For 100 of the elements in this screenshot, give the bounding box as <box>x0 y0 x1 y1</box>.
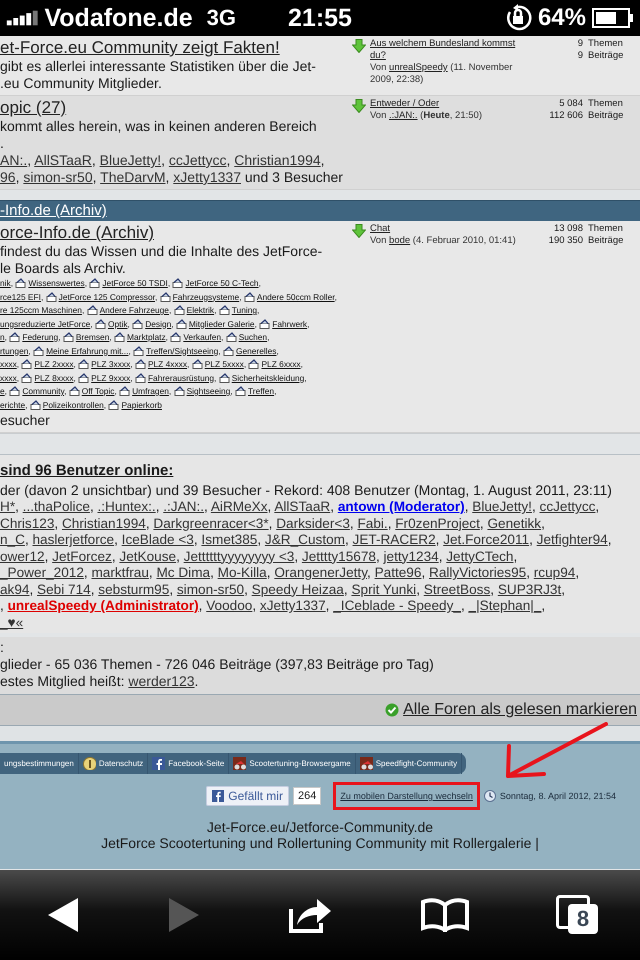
subforum-link[interactable]: Sicherheitskleidung <box>232 372 304 382</box>
subforum-link[interactable]: Andere Fahrzeuge <box>100 305 169 315</box>
subforum-link[interactable]: Meine Erfahrung mit... <box>46 346 128 356</box>
subforum-link[interactable]: JetForce 125 Compressor <box>58 292 155 302</box>
footer-nav-link[interactable]: Datenschutz <box>98 759 144 768</box>
subforum-link[interactable]: Optik <box>108 318 128 328</box>
subforum-link[interactable]: ungsreduzierte JetForce <box>0 318 90 328</box>
user-link[interactable]: simon-sr50 <box>23 169 93 185</box>
user-link[interactable]: Mo-Killa <box>218 565 267 580</box>
subforum-link[interactable]: Verkaufen <box>183 332 222 342</box>
user-link[interactable]: IceBlade <3 <box>122 532 194 547</box>
footer-nav-link[interactable]: Facebook-Seite <box>168 759 224 768</box>
subforum-link[interactable]: re 125ccm Maschinen <box>0 305 82 315</box>
subforum-link[interactable]: Suchen <box>238 332 268 342</box>
user-link[interactable]: Jettttttyyyyyyyy <3 <box>184 548 294 564</box>
user-link[interactable]: Sebi 714 <box>37 582 91 596</box>
user-link[interactable]: AllSTaaR <box>274 499 330 514</box>
user-link[interactable]: Chris123 <box>0 516 54 530</box>
user-link[interactable]: Sprit Yunki <box>351 582 416 596</box>
user-link[interactable]: jetty1234 <box>384 548 439 564</box>
forum-title-link[interactable]: et-Force.eu Community zeigt Fakten! <box>0 38 280 58</box>
user-link[interactable]: TheDarvM <box>100 169 166 185</box>
subforum-link[interactable]: Mitglieder Galerie <box>188 318 255 328</box>
subforum-link[interactable]: Bremsen <box>76 332 110 342</box>
user-link[interactable]: ccJettycc <box>168 152 226 168</box>
user-link[interactable]: BlueJetty! <box>100 152 162 168</box>
user-link[interactable]: Fr0zenProject <box>395 516 480 530</box>
subforum-link[interactable]: Umfragen <box>132 386 169 396</box>
user-link[interactable]: rcup94 <box>534 565 576 580</box>
mobile-view-link[interactable]: Zu mobilen Darstellung wechseln <box>340 791 473 801</box>
user-link[interactable]: antown (Moderator) <box>338 499 465 514</box>
like-button[interactable]: Gefällt mir <box>206 786 289 806</box>
user-link[interactable]: n_C <box>0 532 25 547</box>
user-link[interactable]: AllSTaaR <box>34 152 92 168</box>
subforum-link[interactable]: xxxx <box>0 372 17 382</box>
user-link[interactable]: .:JAN:. <box>163 499 204 514</box>
subforum-link[interactable]: Tuning <box>232 305 258 315</box>
user-link[interactable]: Darkgreenracer<3* <box>153 516 269 530</box>
user-link[interactable]: Ismet385 <box>201 532 258 547</box>
forum-title-link[interactable]: opic (27) <box>0 98 66 118</box>
footer-nav-link[interactable]: Speedfight-Community <box>376 759 458 768</box>
user-link[interactable]: ower12 <box>0 548 45 564</box>
user-link[interactable]: ak94 <box>0 582 30 596</box>
subforum-link[interactable]: PLZ 3xxxx <box>91 359 130 369</box>
last-post-link[interactable]: Entweder / Oder <box>370 98 440 110</box>
subforum-link[interactable]: JetForce 50 C-Tech <box>185 278 259 288</box>
user-link[interactable]: Speedy Heizaa <box>252 582 344 596</box>
subforum-link[interactable]: erichte <box>0 400 26 410</box>
forward-icon[interactable] <box>168 897 200 933</box>
user-link[interactable]: .:Huntex:. <box>98 499 156 514</box>
user-link[interactable]: Genetikk <box>487 516 542 530</box>
user-link[interactable]: Patte96 <box>374 565 422 580</box>
category-title-link[interactable]: -Info.de (Archiv) <box>0 202 107 219</box>
user-link[interactable]: Christian1994 <box>62 516 146 530</box>
author-link[interactable]: unrealSpeedy <box>389 62 448 73</box>
user-link[interactable]: JetKouse <box>119 548 176 564</box>
user-link[interactable]: AN:. <box>0 152 28 168</box>
subforum-link[interactable]: Marktplatz <box>127 332 166 342</box>
user-link[interactable]: Voodoo <box>206 598 252 613</box>
subforum-link[interactable]: PLZ 5xxxx <box>204 359 244 369</box>
subforum-link[interactable]: Treffen <box>248 386 274 396</box>
subforum-link[interactable]: rtungen <box>0 346 28 356</box>
user-link[interactable]: ...thaPolice <box>22 499 90 514</box>
user-link[interactable]: 96 <box>0 169 16 185</box>
subforum-link[interactable]: PLZ 2xxxx <box>34 359 74 369</box>
user-link[interactable]: SUP3RJ3t <box>498 582 562 596</box>
subforum-link[interactable]: Off Topic <box>82 386 114 396</box>
user-link[interactable]: Christian1994 <box>234 152 321 168</box>
bookmarks-icon[interactable] <box>420 898 468 932</box>
footer-nav-link[interactable]: Scootertuning-Browsergame <box>249 759 351 768</box>
user-link[interactable]: BlueJetty! <box>472 499 532 514</box>
subforum-link[interactable]: Fahrwerk <box>272 318 308 328</box>
mark-read-link[interactable]: Alle Foren als gelesen markieren <box>403 701 637 719</box>
user-link[interactable]: J&R_Custom <box>264 532 345 547</box>
subforum-link[interactable]: Andere 50ccm Roller <box>256 292 335 302</box>
author-link[interactable]: bode <box>389 235 410 246</box>
user-link[interactable]: Fabi. <box>357 516 388 530</box>
user-link[interactable]: sebsturm95 <box>98 582 170 596</box>
subforum-link[interactable]: Fahrzeugsysteme <box>172 292 240 302</box>
subforum-link[interactable]: JetForce 50 TSDI <box>102 278 168 288</box>
user-link[interactable]: _♥« <box>0 614 24 630</box>
user-link[interactable]: Jetttty15678 <box>302 548 376 564</box>
subforum-link[interactable]: Generelles <box>236 346 276 356</box>
subforum-link[interactable]: n <box>0 332 5 342</box>
user-link[interactable]: JetForcez <box>52 548 112 564</box>
user-link[interactable]: ccJettycc <box>540 499 596 514</box>
user-link[interactable]: AiRMeXx <box>210 499 268 514</box>
subforum-link[interactable]: Design <box>145 318 172 328</box>
user-link[interactable]: haslerjetforce <box>32 532 114 547</box>
user-link[interactable]: JettyCTech <box>446 548 514 564</box>
subforum-link[interactable]: Sightseeing <box>186 386 230 396</box>
user-link[interactable]: xJetty1337 <box>260 598 326 613</box>
subforum-link[interactable]: nik <box>0 278 11 288</box>
subforum-link[interactable]: Community <box>22 386 64 396</box>
last-post-link[interactable]: Chat <box>370 223 390 235</box>
author-link[interactable]: .:JAN:. <box>389 110 418 121</box>
user-link[interactable]: JET-RACER2 <box>352 532 436 547</box>
user-link[interactable]: _|Stephan|_ <box>468 598 542 613</box>
subforum-link[interactable]: xxxx <box>0 359 17 369</box>
user-link[interactable]: xJetty1337 <box>173 169 241 185</box>
